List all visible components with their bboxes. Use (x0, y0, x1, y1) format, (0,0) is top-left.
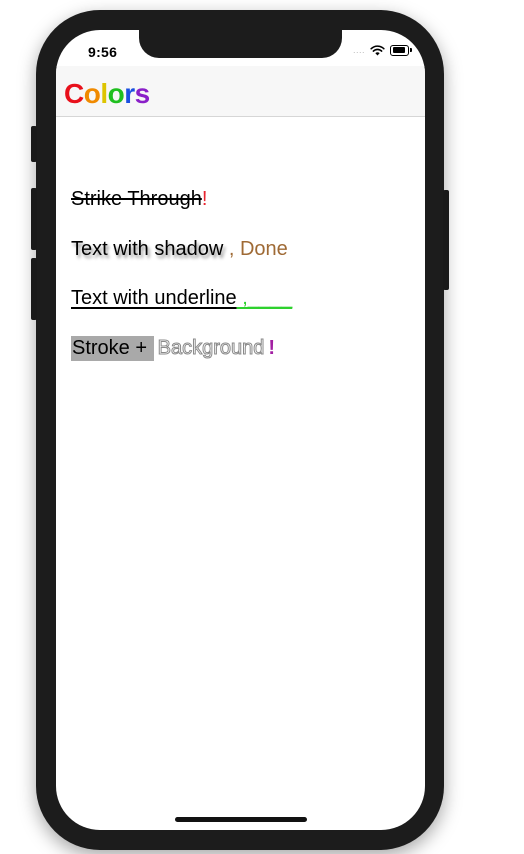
stroke-text: Stroke + (71, 336, 154, 361)
home-indicator[interactable] (175, 817, 307, 822)
shadow-suffix: , Done (223, 238, 288, 260)
volume-up-button (31, 188, 37, 250)
battery-level (392, 47, 405, 53)
stroke-suffix: ! (268, 337, 276, 359)
shadow-text: Text with shadow (71, 238, 224, 260)
power-button (443, 190, 449, 290)
stroke-background-line: Stroke + Background! (71, 335, 275, 361)
screen: 9:56 .... Colors Strike Through! Text wi… (56, 30, 425, 830)
title-letter: l (100, 78, 108, 109)
outline-background-text: Background (157, 337, 265, 360)
title-letter: s (134, 78, 151, 109)
underline-line: Text with underline ,____ (71, 285, 292, 311)
title-letter: r (124, 78, 135, 109)
wifi-icon (370, 44, 385, 56)
underline-suffix: ,____ (236, 287, 293, 309)
title-letter: o (83, 78, 101, 109)
status-icons: .... (352, 44, 412, 56)
status-time: 9:56 (88, 44, 118, 60)
navigation-bar: Colors (56, 66, 425, 117)
nav-title: Colors (64, 78, 150, 110)
title-letter: C (64, 78, 84, 109)
silent-switch (31, 126, 37, 162)
shadow-line: Text with shadow , Done (71, 236, 288, 262)
battery-icon (390, 44, 412, 56)
underline-text: Text with underline (71, 287, 237, 309)
signal-icon: .... (352, 45, 365, 55)
strike-suffix: ! (201, 188, 208, 210)
title-letter: o (107, 78, 125, 109)
notch (139, 30, 342, 58)
strike-through-line: Strike Through! (71, 186, 207, 212)
strike-through-text: Strike Through (71, 188, 202, 210)
battery-nub (410, 48, 412, 52)
volume-down-button (31, 258, 37, 320)
